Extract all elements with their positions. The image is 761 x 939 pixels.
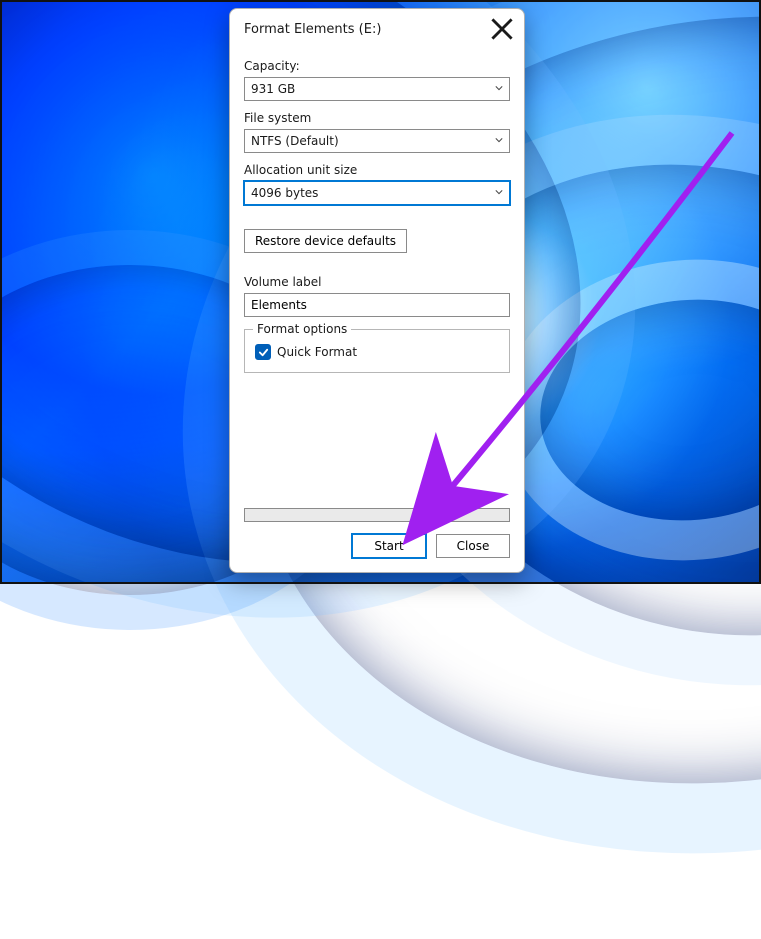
close-button[interactable]: Close: [436, 534, 510, 558]
capacity-label: Capacity:: [244, 59, 510, 73]
filesystem-select[interactable]: NTFS (Default): [244, 129, 510, 153]
format-options-group: Format options Quick Format: [244, 329, 510, 373]
capacity-value: 931 GB: [251, 82, 495, 96]
volume-label-input[interactable]: [251, 294, 503, 316]
filesystem-value: NTFS (Default): [251, 134, 495, 148]
volume-label-label: Volume label: [244, 275, 510, 289]
allocation-label: Allocation unit size: [244, 163, 510, 177]
dialog-footer: Start Close: [230, 522, 524, 572]
allocation-select[interactable]: 4096 bytes: [244, 181, 510, 205]
filesystem-label: File system: [244, 111, 510, 125]
capacity-select[interactable]: 931 GB: [244, 77, 510, 101]
quick-format-checkbox[interactable]: [255, 344, 271, 360]
dialog-title: Format Elements (E:): [244, 22, 490, 37]
chevron-down-icon: [495, 136, 503, 147]
quick-format-label: Quick Format: [277, 345, 357, 359]
volume-label-input-wrapper: [244, 293, 510, 317]
start-button[interactable]: Start: [352, 534, 426, 558]
close-icon[interactable]: [490, 17, 514, 41]
progress-bar: [244, 508, 510, 522]
format-dialog: Format Elements (E:) Capacity: 931 GB Fi…: [229, 8, 525, 573]
chevron-down-icon: [495, 84, 503, 95]
allocation-value: 4096 bytes: [251, 186, 495, 200]
chevron-down-icon: [495, 188, 503, 199]
format-options-legend: Format options: [253, 322, 351, 336]
titlebar: Format Elements (E:): [230, 9, 524, 49]
restore-defaults-button[interactable]: Restore device defaults: [244, 229, 407, 253]
